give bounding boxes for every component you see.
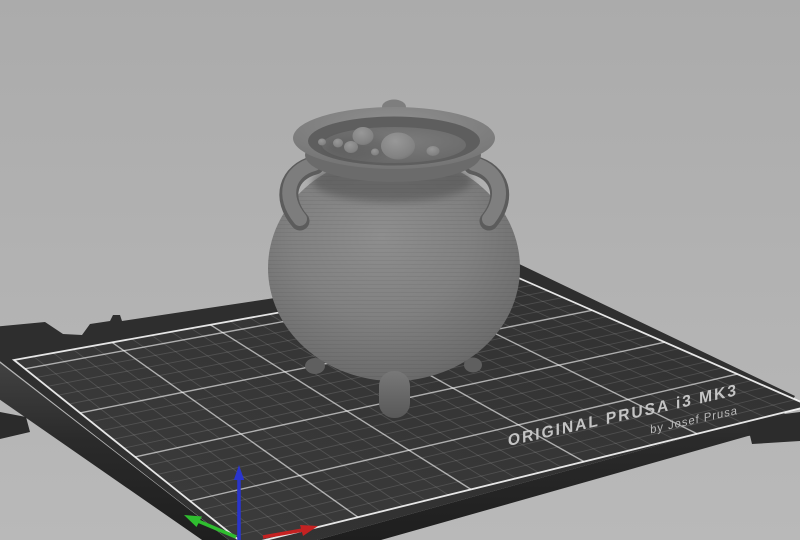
viewport-3d[interactable]: ORIGINAL PRUSA i3 MK3 by Josef Prusa [0,0,800,540]
scene-canvas[interactable]: ORIGINAL PRUSA i3 MK3 by Josef Prusa [0,0,800,540]
cauldron-leg-front [379,371,410,418]
